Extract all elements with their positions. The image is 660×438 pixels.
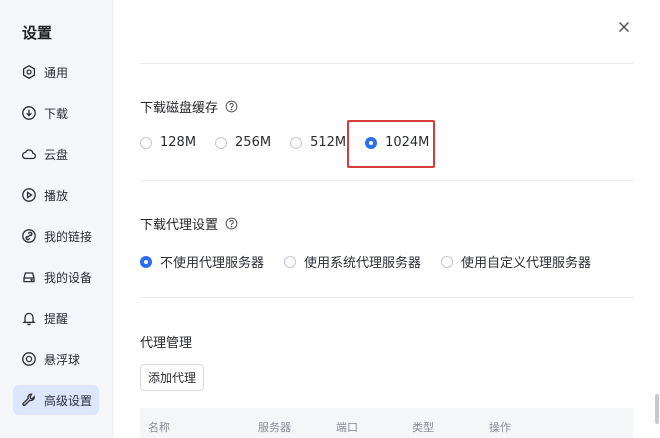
proxy-manage-title-text: 代理管理 — [140, 336, 193, 351]
sidebar-item-label: 云盘 — [44, 147, 69, 162]
divider — [140, 180, 633, 181]
close-icon[interactable] — [616, 19, 632, 35]
cache-option-128m[interactable]: 128M — [140, 135, 196, 150]
bell-icon — [21, 310, 37, 326]
link-icon — [21, 228, 37, 244]
column-header-action: 操作 — [489, 421, 511, 434]
settings-sidebar: 设置 通用 下载 云盘 播放 我的链接 我的设备 提醒 悬浮球 高级设置 — [0, 0, 113, 438]
general-icon — [21, 64, 37, 80]
cache-option-512m[interactable]: 512M — [290, 135, 346, 150]
help-icon[interactable] — [225, 100, 238, 113]
radio-circle — [215, 136, 228, 149]
divider — [140, 297, 633, 298]
proxy-option-system[interactable]: 使用系统代理服务器 — [284, 252, 421, 271]
proxy-option-none[interactable]: 不使用代理服务器 — [140, 252, 264, 271]
sidebar-item-label: 悬浮球 — [44, 352, 81, 367]
column-header-server: 服务器 — [258, 421, 291, 434]
proxy-section-title: 下载代理设置 — [140, 214, 238, 233]
column-header-name: 名称 — [148, 421, 170, 434]
sidebar-item-label: 我的设备 — [44, 270, 93, 285]
radio-circle — [140, 136, 152, 149]
sidebar-item-cloud[interactable]: 云盘 — [13, 139, 99, 169]
proxy-option-custom[interactable]: 使用自定义代理服务器 — [441, 252, 591, 271]
sidebar-item-reminder[interactable]: 提醒 — [13, 303, 99, 333]
option-label: 不使用代理服务器 — [160, 256, 265, 271]
device-icon — [21, 269, 37, 285]
proxy-options: 不使用代理服务器 使用系统代理服务器 使用自定义代理服务器 — [140, 252, 591, 271]
play-icon — [21, 187, 37, 203]
proxy-manage-title: 代理管理 — [140, 332, 192, 351]
radio-circle-checked — [365, 136, 378, 149]
radio-circle-checked — [140, 255, 152, 268]
sidebar-item-label: 下载 — [44, 106, 69, 121]
add-proxy-button[interactable]: 添加代理 — [140, 364, 205, 391]
sidebar-nav: 通用 下载 云盘 播放 我的链接 我的设备 提醒 悬浮球 高级设置 — [0, 57, 112, 415]
column-header-type: 类型 — [412, 421, 434, 434]
cache-section-title: 下载磁盘缓存 — [140, 97, 238, 116]
cache-title: 下载磁盘缓存 — [140, 101, 219, 116]
option-label: 使用自定义代理服务器 — [461, 256, 592, 271]
option-label: 1024M — [385, 135, 430, 150]
help-icon[interactable] — [225, 217, 238, 230]
float-ball-icon — [21, 351, 37, 367]
cache-options: 128M 256M 512M 1024M — [140, 135, 429, 150]
sidebar-item-label: 通用 — [44, 65, 69, 80]
sidebar-item-float-ball[interactable]: 悬浮球 — [13, 344, 99, 374]
radio-circle — [284, 255, 297, 268]
sidebar-item-label: 高级设置 — [44, 393, 93, 408]
proxy-title: 下载代理设置 — [140, 218, 219, 233]
column-header-port: 端口 — [336, 421, 358, 434]
settings-window: 设置 通用 下载 云盘 播放 我的链接 我的设备 提醒 悬浮球 高级设置 下载磁… — [0, 0, 660, 438]
cache-option-256m[interactable]: 256M — [215, 135, 271, 150]
sidebar-item-label: 提醒 — [44, 311, 69, 326]
cloud-icon — [21, 146, 37, 162]
sidebar-item-label: 播放 — [44, 188, 69, 203]
scrollbar-thumb[interactable] — [655, 394, 659, 424]
option-label: 512M — [310, 135, 347, 150]
sidebar-item-download[interactable]: 下载 — [13, 98, 99, 128]
wrench-icon — [21, 392, 37, 408]
option-label: 128M — [160, 135, 197, 150]
radio-circle — [441, 255, 454, 268]
download-icon — [21, 105, 37, 121]
sidebar-item-advanced[interactable]: 高级设置 — [13, 385, 99, 415]
radio-circle — [290, 136, 303, 149]
proxy-table-header: 名称 服务器 端口 类型 操作 — [140, 408, 633, 438]
option-label: 256M — [235, 135, 272, 150]
sidebar-item-general[interactable]: 通用 — [13, 57, 99, 87]
divider — [140, 63, 633, 64]
sidebar-title: 设置 — [22, 24, 53, 42]
sidebar-item-label: 我的链接 — [44, 229, 93, 244]
sidebar-item-my-devices[interactable]: 我的设备 — [13, 262, 99, 292]
settings-content: 下载磁盘缓存 128M 256M 512M 1024M 下载代理设置 不使用代理… — [113, 0, 660, 438]
sidebar-item-my-links[interactable]: 我的链接 — [13, 221, 99, 251]
sidebar-item-play[interactable]: 播放 — [13, 180, 99, 210]
option-label: 使用系统代理服务器 — [304, 256, 422, 271]
cache-option-1024m[interactable]: 1024M — [365, 135, 429, 150]
